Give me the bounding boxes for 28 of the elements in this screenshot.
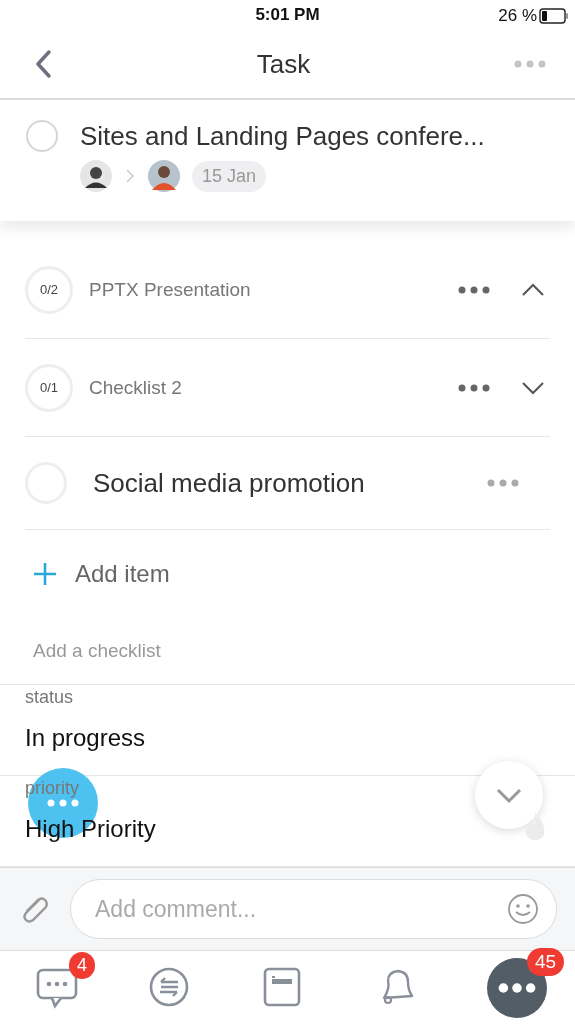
back-icon[interactable] [34,49,54,79]
task-checkbox[interactable] [26,120,58,152]
screen-title: Task [256,48,311,80]
more-icon[interactable] [457,285,491,294]
more-icon[interactable] [457,383,491,392]
more-icon [46,799,80,807]
progress-count: 0/1 [25,363,73,412]
emoji-icon[interactable] [507,893,539,925]
checklist-title[interactable]: Checklist 2 [89,376,457,399]
chevron-right-icon [124,168,136,184]
avatar [80,160,112,192]
plus-icon [33,562,57,586]
chevron-down-icon[interactable] [521,380,545,395]
count-badge: 4 [69,951,95,979]
battery-icon [539,8,569,24]
battery-percent: 26 % [498,6,537,26]
chevron-up-icon[interactable] [521,282,545,297]
comment-field[interactable]: Add comment... [70,879,557,939]
checklist-title[interactable]: PPTX Presentation [89,278,457,301]
clock-time: 5:01 PM [255,5,320,25]
add-item-button[interactable]: Add item [33,530,170,618]
field-value[interactable]: In progress [25,724,146,752]
task-title: Sites and Landing Pages confere... [80,120,485,152]
checklist-item: Social media promotion [93,467,366,499]
due-date: 15 Jan [192,160,267,192]
avatar [148,160,180,192]
field-label: status [25,687,74,708]
progress-count: 0/2 [25,265,73,314]
